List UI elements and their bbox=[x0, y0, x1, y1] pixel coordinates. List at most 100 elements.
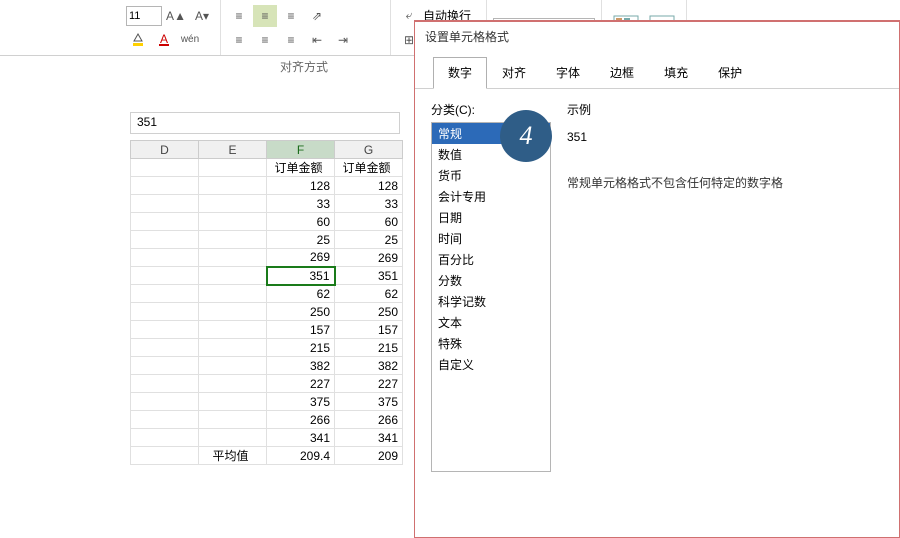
cell[interactable]: 209.4 bbox=[267, 447, 335, 465]
cell[interactable]: 215 bbox=[335, 339, 403, 357]
cell[interactable]: 266 bbox=[335, 411, 403, 429]
increase-indent-icon[interactable]: ⇥ bbox=[331, 29, 355, 51]
cell[interactable]: 128 bbox=[335, 177, 403, 195]
fill-color-icon[interactable] bbox=[126, 29, 150, 51]
cell[interactable] bbox=[131, 213, 199, 231]
cell[interactable] bbox=[199, 177, 267, 195]
cell[interactable] bbox=[199, 231, 267, 249]
dialog-tab[interactable]: 数字 bbox=[433, 57, 487, 89]
header-cell[interactable] bbox=[199, 159, 267, 177]
column-header[interactable]: D bbox=[131, 141, 199, 159]
column-header[interactable]: G bbox=[335, 141, 403, 159]
cell[interactable]: 341 bbox=[335, 429, 403, 447]
column-header[interactable]: E bbox=[199, 141, 267, 159]
cell[interactable]: 25 bbox=[267, 231, 335, 249]
dialog-tab[interactable]: 边框 bbox=[595, 57, 649, 88]
cell[interactable]: 351 bbox=[335, 267, 403, 285]
cell[interactable]: 227 bbox=[335, 375, 403, 393]
align-right-icon[interactable]: ≡ bbox=[279, 29, 303, 51]
cell[interactable] bbox=[199, 213, 267, 231]
cell[interactable]: 平均值 bbox=[199, 447, 267, 465]
cell[interactable] bbox=[131, 249, 199, 267]
category-item[interactable]: 百分比 bbox=[432, 249, 550, 270]
cell[interactable] bbox=[199, 375, 267, 393]
align-top-icon[interactable]: ≡ bbox=[227, 5, 251, 27]
header-cell[interactable] bbox=[131, 159, 199, 177]
category-item[interactable]: 特殊 bbox=[432, 333, 550, 354]
font-size-input[interactable] bbox=[126, 6, 162, 26]
cell[interactable] bbox=[131, 393, 199, 411]
cell[interactable]: 62 bbox=[335, 285, 403, 303]
cell[interactable]: 209 bbox=[335, 447, 403, 465]
cell[interactable]: 375 bbox=[335, 393, 403, 411]
cell[interactable] bbox=[199, 249, 267, 267]
cell[interactable] bbox=[199, 357, 267, 375]
cell[interactable] bbox=[199, 339, 267, 357]
category-item[interactable]: 会计专用 bbox=[432, 186, 550, 207]
cell[interactable] bbox=[199, 303, 267, 321]
cell[interactable] bbox=[199, 285, 267, 303]
dialog-tab[interactable]: 字体 bbox=[541, 57, 595, 88]
category-item[interactable]: 货币 bbox=[432, 165, 550, 186]
category-item[interactable]: 文本 bbox=[432, 312, 550, 333]
orientation-icon[interactable]: ⇗ bbox=[305, 5, 329, 27]
category-item[interactable]: 时间 bbox=[432, 228, 550, 249]
cell[interactable]: 128 bbox=[267, 177, 335, 195]
grid[interactable]: DEFG 订单金额订单金额128128333360602525269269351… bbox=[130, 140, 403, 465]
cell[interactable] bbox=[131, 267, 199, 285]
cell[interactable]: 215 bbox=[267, 339, 335, 357]
cell[interactable]: 250 bbox=[267, 303, 335, 321]
font-color-icon[interactable]: A bbox=[152, 29, 176, 51]
cell[interactable] bbox=[199, 393, 267, 411]
cell[interactable] bbox=[199, 411, 267, 429]
cell[interactable]: 157 bbox=[267, 321, 335, 339]
cell[interactable] bbox=[131, 411, 199, 429]
cell[interactable]: 250 bbox=[335, 303, 403, 321]
cell[interactable]: 375 bbox=[267, 393, 335, 411]
cell[interactable] bbox=[199, 429, 267, 447]
cell[interactable]: 25 bbox=[335, 231, 403, 249]
dialog-tab[interactable]: 保护 bbox=[703, 57, 757, 88]
cell[interactable]: 62 bbox=[267, 285, 335, 303]
dialog-tab[interactable]: 填充 bbox=[649, 57, 703, 88]
cell[interactable] bbox=[131, 321, 199, 339]
align-left-icon[interactable]: ≡ bbox=[227, 29, 251, 51]
decrease-indent-icon[interactable]: ⇤ bbox=[305, 29, 329, 51]
cell[interactable] bbox=[131, 375, 199, 393]
header-cell[interactable]: 订单金额 bbox=[335, 159, 403, 177]
cell[interactable] bbox=[131, 429, 199, 447]
category-list[interactable]: 常规数值货币会计专用日期时间百分比分数科学记数文本特殊自定义 bbox=[431, 122, 551, 472]
cell[interactable]: 60 bbox=[335, 213, 403, 231]
cell[interactable]: 382 bbox=[267, 357, 335, 375]
cell[interactable]: 382 bbox=[335, 357, 403, 375]
cell[interactable]: 33 bbox=[267, 195, 335, 213]
cell[interactable] bbox=[131, 447, 199, 465]
cell[interactable] bbox=[131, 195, 199, 213]
cell[interactable] bbox=[131, 303, 199, 321]
increase-font-icon[interactable]: A▲ bbox=[164, 5, 188, 27]
header-cell[interactable]: 订单金额 bbox=[267, 159, 335, 177]
category-item[interactable]: 科学记数 bbox=[432, 291, 550, 312]
cell[interactable]: 60 bbox=[267, 213, 335, 231]
cell[interactable] bbox=[131, 285, 199, 303]
cell[interactable] bbox=[131, 339, 199, 357]
dialog-tab[interactable]: 对齐 bbox=[487, 57, 541, 88]
decrease-font-icon[interactable]: A▾ bbox=[190, 5, 214, 27]
category-item[interactable]: 分数 bbox=[432, 270, 550, 291]
category-item[interactable]: 日期 bbox=[432, 207, 550, 228]
cell[interactable]: 351 bbox=[267, 267, 335, 285]
cell[interactable] bbox=[199, 321, 267, 339]
cell[interactable]: 269 bbox=[335, 249, 403, 267]
cell[interactable]: 227 bbox=[267, 375, 335, 393]
cell[interactable] bbox=[199, 195, 267, 213]
formula-bar[interactable]: 351 bbox=[130, 112, 400, 134]
cell[interactable]: 269 bbox=[267, 249, 335, 267]
cell[interactable]: 33 bbox=[335, 195, 403, 213]
align-center-icon[interactable]: ≡ bbox=[253, 29, 277, 51]
category-item[interactable]: 自定义 bbox=[432, 354, 550, 375]
cell[interactable] bbox=[131, 231, 199, 249]
align-bottom-icon[interactable]: ≡ bbox=[279, 5, 303, 27]
phonetic-icon[interactable]: wén bbox=[178, 29, 202, 51]
cell[interactable]: 157 bbox=[335, 321, 403, 339]
cell[interactable]: 266 bbox=[267, 411, 335, 429]
